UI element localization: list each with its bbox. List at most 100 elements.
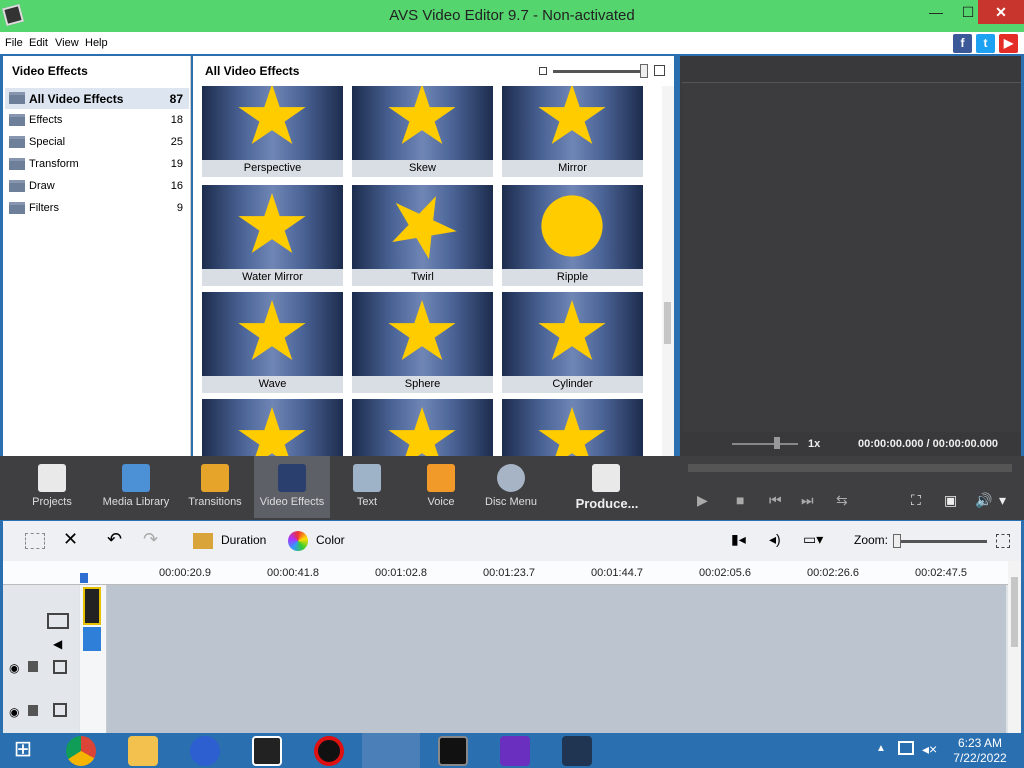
video-clip[interactable]: [83, 587, 101, 625]
speed-slider-knob[interactable]: [774, 437, 780, 449]
redo-icon[interactable]: ↷: [143, 529, 158, 550]
menu-help[interactable]: Help: [85, 37, 108, 49]
effect-tile-skew[interactable]: Skew: [352, 86, 493, 177]
effect-tile-perspective[interactable]: Perspective: [202, 86, 343, 177]
effect-tile[interactable]: [352, 399, 493, 456]
scrollbar-thumb[interactable]: [664, 302, 671, 344]
fit-timeline-icon[interactable]: [996, 534, 1010, 548]
lock-icon[interactable]: [28, 705, 38, 716]
effect-tile-water-mirror[interactable]: Water Mirror: [202, 185, 343, 286]
menu-edit[interactable]: Edit: [29, 37, 48, 49]
file-explorer-icon[interactable]: [128, 736, 158, 766]
duration-button[interactable]: Duration: [221, 533, 266, 547]
color-button[interactable]: Color: [316, 533, 345, 547]
show-hidden-icons-icon[interactable]: ▲: [876, 743, 886, 754]
delete-icon[interactable]: ✕: [63, 529, 78, 550]
microphone-icon: [427, 464, 455, 492]
visibility-eye-icon[interactable]: ◉: [9, 661, 19, 675]
effect-thumbnail: [502, 86, 643, 160]
category-draw[interactable]: Draw 16: [5, 176, 189, 197]
effect-tile[interactable]: [202, 399, 343, 456]
thumbnail-size-knob[interactable]: [640, 64, 648, 78]
playback-progress[interactable]: [688, 464, 1012, 472]
volume-dropdown-icon[interactable]: ▾: [999, 492, 1006, 509]
duration-icon[interactable]: [193, 533, 213, 549]
produce-button[interactable]: Produce...: [570, 456, 644, 518]
effect-tile-mirror[interactable]: Mirror: [502, 86, 643, 177]
audio-clip[interactable]: [83, 627, 101, 651]
aspect-ratio-icon[interactable]: ▭▾: [803, 531, 823, 548]
tool-label: Text: [356, 496, 378, 508]
mute-icon[interactable]: ◀: [53, 637, 62, 651]
effect-tile[interactable]: [502, 399, 643, 456]
headphones-app-icon[interactable]: [190, 736, 220, 766]
category-effects[interactable]: Effects 18: [5, 110, 189, 131]
transitions-button[interactable]: Transitions: [182, 456, 248, 518]
effects-panel-title: All Video Effects: [205, 64, 300, 78]
minimize-button[interactable]: —: [920, 0, 952, 24]
fullscreen-icon[interactable]: ⛶: [911, 492, 921, 509]
category-filters[interactable]: Filters 9: [5, 198, 189, 219]
disc-menu-button[interactable]: Disc Menu: [482, 456, 540, 518]
previous-frame-icon[interactable]: ⏮: [769, 492, 782, 509]
effects-scrollbar[interactable]: [662, 86, 674, 456]
lock-icon[interactable]: [28, 661, 38, 672]
taskbar-clock[interactable]: 6:23 AM 7/22/2022: [950, 736, 1010, 766]
compare-icon[interactable]: ⇆: [836, 492, 848, 509]
undo-icon[interactable]: ↶: [107, 529, 122, 550]
facebook-icon[interactable]: f: [953, 34, 972, 53]
small-thumbnails-icon[interactable]: [539, 67, 547, 75]
video-effects-button[interactable]: Video Effects: [254, 456, 330, 518]
playhead-marker[interactable]: [80, 573, 88, 583]
star-icon: [238, 86, 306, 145]
next-frame-icon[interactable]: ⏭: [801, 492, 814, 509]
effect-tile-ripple[interactable]: Ripple: [502, 185, 643, 286]
category-all-video-effects[interactable]: All Video Effects 87: [5, 88, 189, 109]
thumbnail-size-slider[interactable]: [553, 70, 648, 73]
play-icon[interactable]: ▶: [697, 492, 708, 509]
timeline-tracks[interactable]: [107, 585, 1006, 733]
chrome-icon[interactable]: [66, 736, 96, 766]
filmora-icon[interactable]: [562, 736, 592, 766]
audio-mixer-icon[interactable]: ◂): [769, 531, 781, 548]
category-transform[interactable]: Transform 19: [5, 154, 189, 175]
zoom-slider[interactable]: [893, 540, 987, 543]
volume-tray-icon[interactable]: ◂×: [922, 741, 937, 758]
effect-thumbnail: [202, 185, 343, 269]
volume-icon[interactable]: 🔊: [975, 492, 992, 509]
record-app-icon[interactable]: [314, 736, 344, 766]
storyboard-toggle-icon[interactable]: [25, 533, 45, 549]
effect-tile-sphere[interactable]: Sphere: [352, 292, 493, 393]
projects-button[interactable]: Projects: [22, 456, 82, 518]
effect-tile-wave[interactable]: Wave: [202, 292, 343, 393]
star-film-icon[interactable]: [438, 736, 468, 766]
menu-file[interactable]: File: [5, 37, 23, 49]
color-wheel-icon[interactable]: [288, 531, 308, 551]
snapshot-icon[interactable]: ▣: [944, 492, 957, 509]
visibility-eye-icon[interactable]: ◉: [9, 705, 19, 719]
youtube-icon[interactable]: ▶: [999, 34, 1018, 53]
il-app-icon[interactable]: [252, 736, 282, 766]
stop-icon[interactable]: ■: [736, 492, 744, 508]
category-special[interactable]: Special 25: [5, 132, 189, 153]
media-library-button[interactable]: Media Library: [98, 456, 174, 518]
menu-view[interactable]: View: [55, 37, 79, 49]
ripple-icon: [541, 195, 603, 257]
twitter-icon[interactable]: t: [976, 34, 995, 53]
effect-tile-twirl[interactable]: Twirl: [352, 185, 493, 286]
timeline-ruler[interactable]: 00:00:20.9 00:00:41.8 00:01:02.8 00:01:2…: [3, 561, 1021, 585]
windows-start-icon[interactable]: ⊞: [8, 736, 38, 766]
zoom-slider-knob[interactable]: [893, 534, 901, 548]
speed-slider[interactable]: [732, 443, 798, 445]
voice-button[interactable]: Voice: [418, 456, 464, 518]
effect-tile-cylinder[interactable]: Cylinder: [502, 292, 643, 393]
scrollbar-thumb[interactable]: [1011, 577, 1018, 647]
avs-editor-icon[interactable]: [362, 733, 420, 768]
text-button[interactable]: Text: [344, 456, 390, 518]
network-icon[interactable]: [898, 741, 914, 755]
timeline-scrollbar[interactable]: [1008, 561, 1021, 733]
y-app-icon[interactable]: [500, 736, 530, 766]
close-button[interactable]: ✕: [978, 0, 1024, 24]
large-thumbnails-icon[interactable]: [654, 65, 665, 76]
split-icon[interactable]: ▮◂: [731, 531, 746, 548]
